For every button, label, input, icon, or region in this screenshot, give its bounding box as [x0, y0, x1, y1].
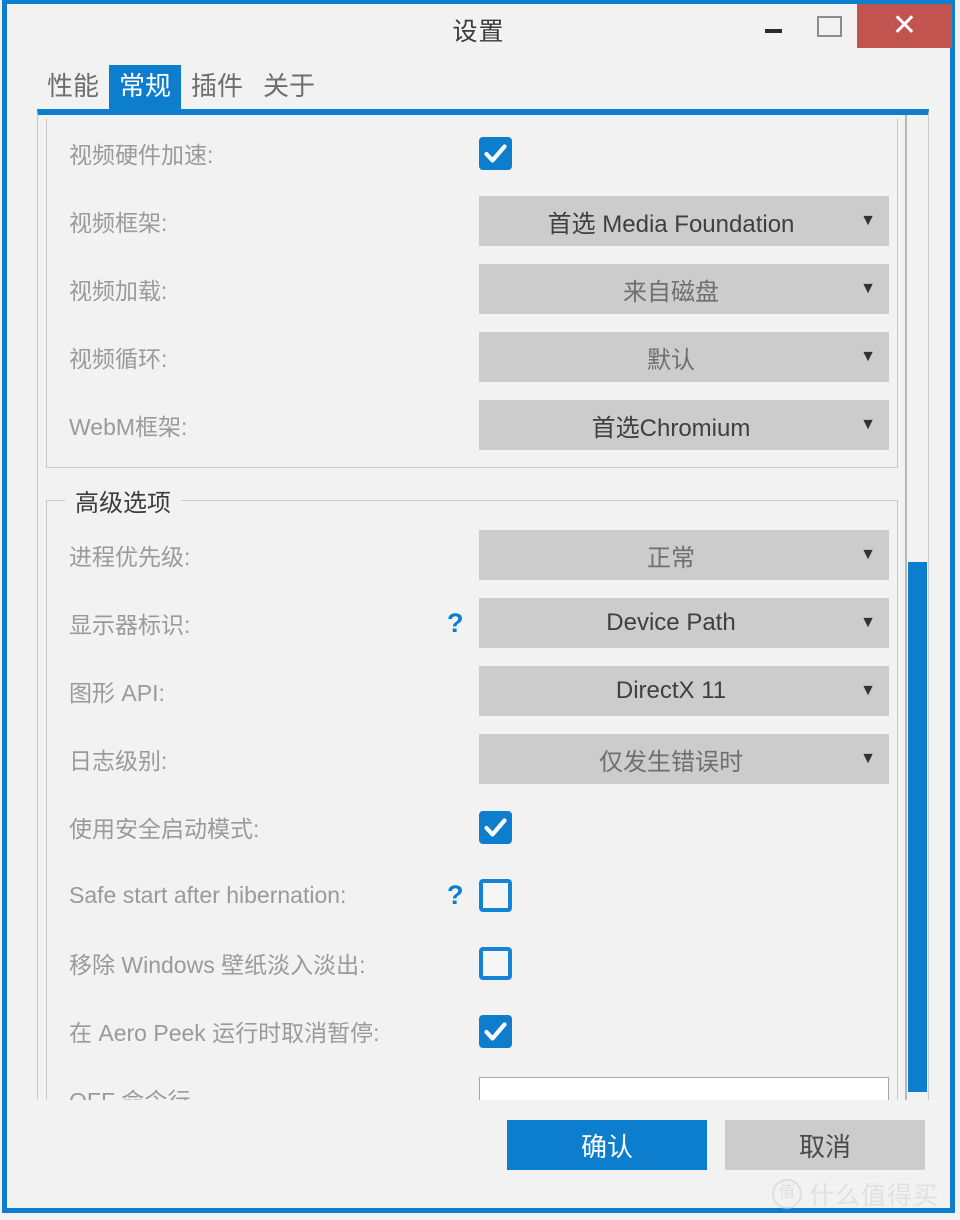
check-icon: [484, 817, 507, 837]
combo-value: Device Path: [606, 609, 736, 636]
tab-general[interactable]: 常规: [109, 65, 182, 109]
group-advanced-options-title: 高级选项: [65, 483, 181, 518]
row-video-loading: 视频加载: 来自磁盘 ▼: [47, 255, 897, 323]
row-video-hardware-acceleration: 视频硬件加速:: [47, 119, 897, 187]
row-label: Safe start after hibernation:: [69, 881, 347, 908]
row-label: 日志级别:: [69, 748, 168, 774]
confirm-button[interactable]: 确认: [507, 1120, 707, 1170]
combo-value: 默认: [647, 346, 695, 374]
chevron-down-icon: ▼: [860, 614, 876, 631]
row-webm-framework: WebM框架: 首选Chromium ▼: [47, 391, 897, 459]
maximize-button[interactable]: [801, 4, 857, 48]
close-icon: ✕: [891, 9, 918, 42]
close-button[interactable]: ✕: [857, 4, 952, 48]
group-advanced-options: 高级选项 进程优先级: 正常 ▼ 显示器标识: ? Device Path ▼: [46, 483, 898, 1108]
combo-webm-framework[interactable]: 首选Chromium ▼: [479, 400, 889, 450]
chevron-down-icon: ▼: [860, 546, 876, 563]
combo-value: 首选 Media Foundation: [547, 210, 795, 238]
chevron-down-icon: ▼: [860, 750, 876, 767]
minimize-button[interactable]: [745, 4, 801, 48]
row-remove-windows-wallpaper-fade: 移除 Windows 壁纸淡入淡出:: [47, 929, 897, 997]
tab-about[interactable]: 关于: [253, 65, 325, 109]
combo-value: 首选Chromium: [591, 414, 751, 442]
settings-dialog-screenshot: 设置 ✕ 性能 常规 插件 关于 视频硬件加速: 视频框架: 首选 Media …: [0, 0, 960, 1220]
row-label: 移除 Windows 壁纸淡入淡出:: [69, 952, 366, 978]
chevron-down-icon: ▼: [860, 682, 876, 699]
row-video-loop: 视频循环: 默认 ▼: [47, 323, 897, 391]
row-process-priority: 进程优先级: 正常 ▼: [47, 521, 897, 589]
title-bar: 设置 ✕: [7, 4, 952, 48]
row-label: WebM框架:: [69, 414, 188, 440]
checkbox-remove-windows-wallpaper-fade[interactable]: [479, 946, 512, 980]
help-icon[interactable]: ?: [447, 881, 464, 909]
cancel-button[interactable]: 取消: [725, 1120, 925, 1170]
tab-performance[interactable]: 性能: [37, 65, 109, 109]
combo-value: 仅发生错误时: [599, 748, 743, 776]
row-label: 视频硬件加速:: [69, 142, 214, 168]
combo-video-loading[interactable]: 来自磁盘 ▼: [479, 264, 889, 314]
check-icon: [484, 143, 507, 163]
chevron-down-icon: ▼: [860, 416, 876, 433]
row-label: 视频框架:: [69, 210, 168, 236]
chevron-down-icon: ▼: [860, 348, 876, 365]
checkbox-unpause-during-aero-peek[interactable]: [479, 1014, 512, 1048]
window-frame: 设置 ✕ 性能 常规 插件 关于 视频硬件加速: 视频框架: 首选 Media …: [2, 0, 955, 1213]
combo-video-framework[interactable]: 首选 Media Foundation ▼: [479, 196, 889, 246]
combo-value: DirectX 11: [615, 677, 727, 704]
checkbox-safe-start-after-hibernation[interactable]: [479, 878, 512, 912]
dialog-footer: 确认 取消: [7, 1100, 950, 1208]
combo-graphics-api[interactable]: DirectX 11 ▼: [479, 666, 889, 716]
row-monitor-identification: 显示器标识: ? Device Path ▼: [47, 589, 897, 657]
help-icon[interactable]: ?: [447, 609, 464, 637]
combo-value: 来自磁盘: [623, 278, 719, 306]
tab-plugins[interactable]: 插件: [181, 65, 253, 109]
row-log-level: 日志级别: 仅发生错误时 ▼: [47, 725, 897, 793]
combo-value: 正常: [647, 544, 695, 572]
combo-log-level[interactable]: 仅发生错误时 ▼: [479, 734, 889, 784]
row-unpause-during-aero-peek: 在 Aero Peek 运行时取消暂停:: [47, 997, 897, 1065]
row-label: 使用安全启动模式:: [69, 816, 260, 842]
checkbox-video-hardware-acceleration[interactable]: [479, 136, 512, 170]
group-video-settings: 视频硬件加速: 视频框架: 首选 Media Foundation ▼ 视频加载…: [46, 119, 898, 468]
row-safe-start-after-hibernation: Safe start after hibernation: ?: [47, 861, 897, 929]
row-label: 显示器标识:: [69, 612, 191, 638]
tab-strip: 性能 常规 插件 关于: [37, 59, 325, 109]
chevron-down-icon: ▼: [860, 280, 876, 297]
row-video-framework: 视频框架: 首选 Media Foundation ▼: [47, 187, 897, 255]
row-graphics-api: 图形 API: DirectX 11 ▼: [47, 657, 897, 725]
row-label: 进程优先级:: [69, 544, 191, 570]
vertical-scrollbar-thumb[interactable]: [908, 562, 927, 1092]
row-label: 视频加载:: [69, 278, 168, 304]
combo-process-priority[interactable]: 正常 ▼: [479, 530, 889, 580]
combo-monitor-identification[interactable]: Device Path ▼: [479, 598, 889, 648]
row-label: 图形 API:: [69, 680, 165, 706]
settings-content-panel: 视频硬件加速: 视频框架: 首选 Media Foundation ▼ 视频加载…: [37, 109, 929, 1109]
combo-video-loop[interactable]: 默认 ▼: [479, 332, 889, 382]
minimize-icon: [764, 29, 782, 33]
row-label: 在 Aero Peek 运行时取消暂停:: [69, 1020, 380, 1046]
chevron-down-icon: ▼: [860, 212, 876, 229]
checkbox-use-safe-start-mode[interactable]: [479, 810, 512, 844]
row-label: 视频循环:: [69, 346, 168, 372]
row-use-safe-start-mode: 使用安全启动模式:: [47, 793, 897, 861]
maximize-icon: [816, 15, 842, 37]
check-icon: [484, 1021, 507, 1041]
